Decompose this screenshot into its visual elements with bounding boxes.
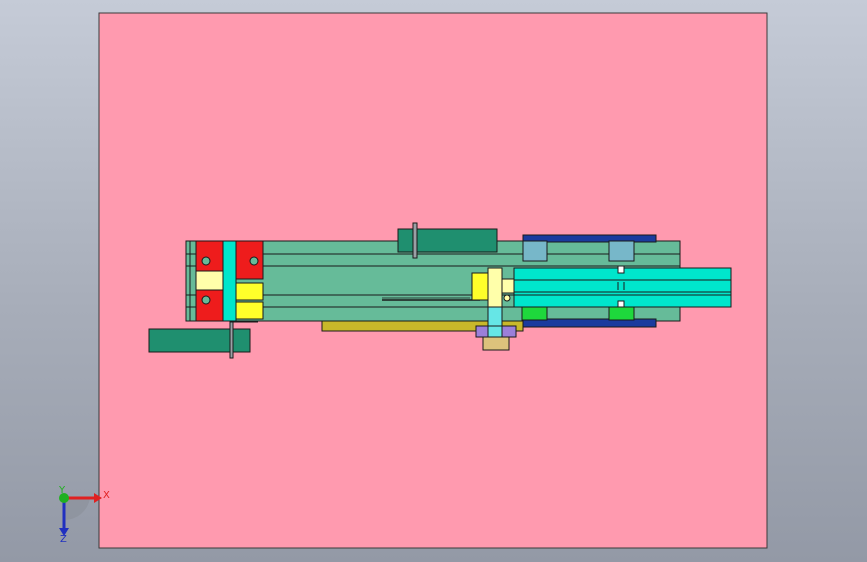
triad-arc (64, 498, 90, 521)
tan-foot (482, 336, 510, 351)
yellow-insert (235, 282, 264, 301)
y-axis-label: Y (58, 485, 66, 496)
z-axis-label: Z (60, 534, 67, 545)
cyan-divider (222, 240, 237, 322)
bottom-cylinder (148, 328, 251, 353)
clamp-yellow (471, 272, 490, 301)
green-pad (521, 306, 548, 321)
clamp-insert (501, 278, 515, 294)
mount-hole (249, 256, 259, 266)
yellow-insert (235, 301, 264, 320)
green-pad (608, 306, 635, 321)
red-block-right (235, 240, 264, 280)
clamp-bolt (503, 294, 511, 302)
slide-notch (617, 265, 625, 274)
mount-hole (201, 256, 211, 266)
guide-pad (608, 240, 635, 262)
cad-viewport[interactable]: X Y Z (0, 0, 867, 562)
guide-pad (522, 240, 548, 262)
top-cylinder-pin (412, 222, 418, 259)
cream-insert (195, 270, 224, 291)
x-axis-label: X (103, 490, 110, 501)
bottom-cylinder-pin (229, 321, 234, 359)
mount-hole (201, 295, 211, 305)
clamp-cream (487, 267, 503, 309)
post-light-cyan-upper (487, 325, 503, 338)
